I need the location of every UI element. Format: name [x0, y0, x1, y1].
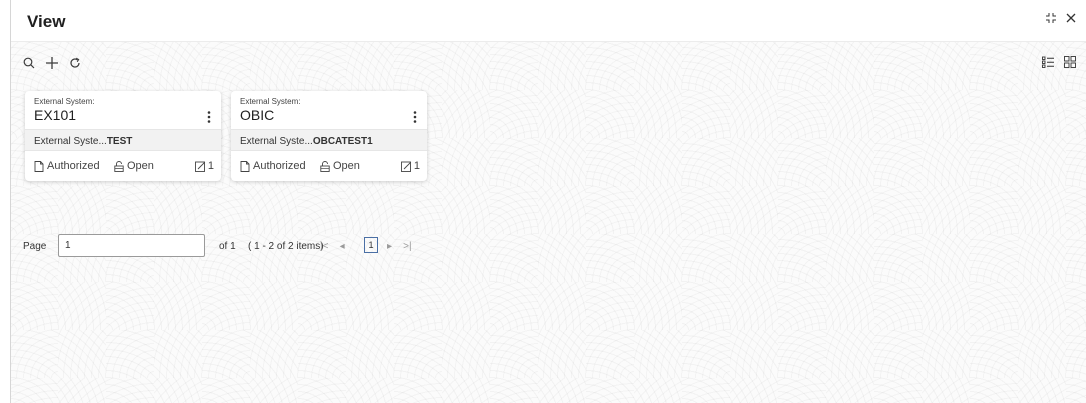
pager-nav: |< ◂: [320, 241, 345, 252]
minimize-icon[interactable]: [1046, 13, 1056, 23]
card-detail-label: External Syste...: [240, 136, 313, 147]
authorized-status: Authorized: [240, 160, 306, 172]
add-icon[interactable]: [45, 56, 59, 70]
list-view-icon[interactable]: [1042, 56, 1054, 68]
card-detail-label: External Syste...: [34, 136, 107, 147]
pager-nav-next: ▸ >|: [387, 241, 412, 252]
toolbar: [23, 56, 81, 70]
more-options-icon[interactable]: [413, 110, 417, 128]
more-options-icon[interactable]: [207, 110, 211, 128]
items-count: ( 1 - 2 of 2 items): [248, 241, 324, 252]
card-detail: External Syste...OBCATEST1: [231, 129, 427, 151]
document-icon: [34, 160, 44, 172]
edit-icon: [400, 161, 411, 172]
refresh-icon[interactable]: [69, 57, 81, 69]
close-icon[interactable]: [1066, 13, 1076, 23]
edit-count-text: 1: [413, 160, 420, 172]
last-page-icon[interactable]: >|: [403, 241, 411, 252]
edit-count[interactable]: 1: [194, 160, 214, 172]
unlock-icon: [114, 160, 124, 172]
card-footer: Authorized Open 1: [25, 151, 221, 181]
view-toggles: [1042, 56, 1076, 68]
edit-count-text: 1: [207, 160, 214, 172]
panel-edge: [10, 0, 11, 403]
page-number-input[interactable]: [58, 234, 205, 257]
card-field-label: External System:: [240, 97, 301, 106]
page-of-label: of 1: [219, 241, 236, 252]
card-detail-value: OBCATEST1: [312, 136, 373, 147]
page-label: Page: [23, 241, 47, 252]
record-card[interactable]: External System: EX101 External Syste...…: [25, 91, 221, 181]
current-page[interactable]: 1: [364, 237, 378, 253]
edit-icon: [194, 161, 205, 172]
lock-text: Open: [127, 160, 154, 172]
first-page-icon[interactable]: |<: [320, 241, 328, 252]
document-icon: [240, 160, 250, 172]
card-detail: External Syste...TEST: [25, 129, 221, 151]
lock-status: Open: [320, 160, 360, 172]
status-text: Authorized: [253, 160, 306, 172]
card-field-label: External System:: [34, 97, 95, 106]
card-field-value: EX101: [34, 107, 77, 123]
pagination: Page of 1 ( 1 - 2 of 2 items) |< ◂ 1 ▸ >…: [23, 234, 443, 258]
lock-status: Open: [114, 160, 154, 172]
window-title: View: [27, 12, 66, 31]
edit-count[interactable]: 1: [400, 160, 420, 172]
card-detail-value: TEST: [106, 136, 133, 147]
next-page-icon[interactable]: ▸: [387, 241, 392, 252]
unlock-icon: [320, 160, 330, 172]
record-card[interactable]: External System: OBIC External Syste...O…: [231, 91, 427, 181]
authorized-status: Authorized: [34, 160, 100, 172]
lock-text: Open: [333, 160, 360, 172]
card-field-value: OBIC: [240, 107, 275, 123]
status-text: Authorized: [47, 160, 100, 172]
search-icon[interactable]: [23, 57, 35, 69]
card-footer: Authorized Open 1: [231, 151, 427, 181]
window-header: View: [11, 0, 1086, 42]
prev-page-icon[interactable]: ◂: [340, 241, 345, 252]
grid-view-icon[interactable]: [1064, 56, 1076, 68]
